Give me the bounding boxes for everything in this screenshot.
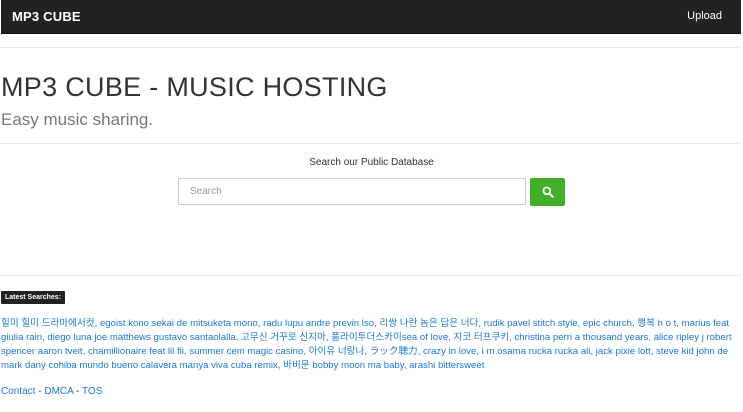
latest-search-link[interactable]: 플라이투더스카이sea of love — [331, 332, 448, 343]
latest-search-link[interactable]: 아이유 너랑나 — [309, 346, 365, 357]
latest-searches-label: Latest Searches: — [1, 291, 66, 304]
footer-links: Contact - DMCA - TOS — [1, 386, 102, 397]
divider-search — [1, 275, 741, 276]
latest-search-link[interactable]: summer cem magic casino — [189, 346, 303, 357]
latest-search-link[interactable]: 지코 터프쿠키 — [454, 332, 510, 343]
search-input[interactable] — [178, 178, 526, 205]
latest-search-link[interactable]: i m osama rucka rucka ali — [482, 346, 591, 357]
latest-search-link[interactable]: rudik pavel stitch style — [484, 318, 578, 329]
contact-link[interactable]: Contact — [1, 386, 35, 397]
latest-search-link[interactable]: 고무신 거꾸로 신지마 — [241, 332, 326, 343]
upload-link[interactable]: Upload — [687, 10, 722, 22]
latest-search-link[interactable]: epic church — [583, 318, 632, 329]
page-title: MP3 CUBE - MUSIC HOSTING — [1, 72, 388, 102]
page-subtitle: Easy music sharing. — [1, 110, 154, 129]
search-caption: Search our Public Database — [309, 157, 434, 168]
search-button[interactable] — [530, 178, 565, 206]
tos-link[interactable]: TOS — [82, 386, 102, 397]
divider-top — [1, 47, 741, 48]
footer-separator: - — [73, 386, 82, 397]
latest-search-link[interactable]: diego luna joe matthews gustavo santaola… — [47, 332, 235, 343]
latest-search-link[interactable]: crazy in love — [423, 346, 476, 357]
latest-searches-list: 힐미 힐미 드라마에서컷, egoist kono sekai de mitsu… — [1, 317, 739, 373]
dmca-link[interactable]: DMCA — [44, 386, 73, 397]
latest-search-link[interactable]: 힐미 힐미 드라마에서컷 — [1, 318, 95, 329]
latest-search-link[interactable]: radu lupu andre previn lso — [263, 318, 374, 329]
latest-search-link[interactable]: jack pixie lott — [596, 346, 651, 357]
latest-search-link[interactable]: ラック聴力 — [370, 346, 418, 357]
latest-search-link[interactable]: 행복 h o t — [637, 318, 676, 329]
latest-search-link[interactable]: 리쌍 나란 놈은 답은 너다 — [379, 318, 478, 329]
latest-search-link[interactable]: 바비문 bobby moon ma baby — [283, 360, 404, 371]
latest-search-link[interactable]: egoist kono sekai de mitsuketa mono — [100, 318, 258, 329]
divider-hero — [1, 143, 741, 144]
latest-search-link[interactable]: christina perri a thousand years — [515, 332, 649, 343]
brand-logo[interactable]: MP3 CUBE — [12, 9, 81, 24]
latest-search-link[interactable]: chamillionaire feat lil fli — [88, 346, 184, 357]
top-navbar: MP3 CUBE Upload — [1, 0, 741, 34]
latest-search-link[interactable]: arashi bittersweet — [409, 360, 484, 371]
search-icon — [542, 186, 554, 198]
